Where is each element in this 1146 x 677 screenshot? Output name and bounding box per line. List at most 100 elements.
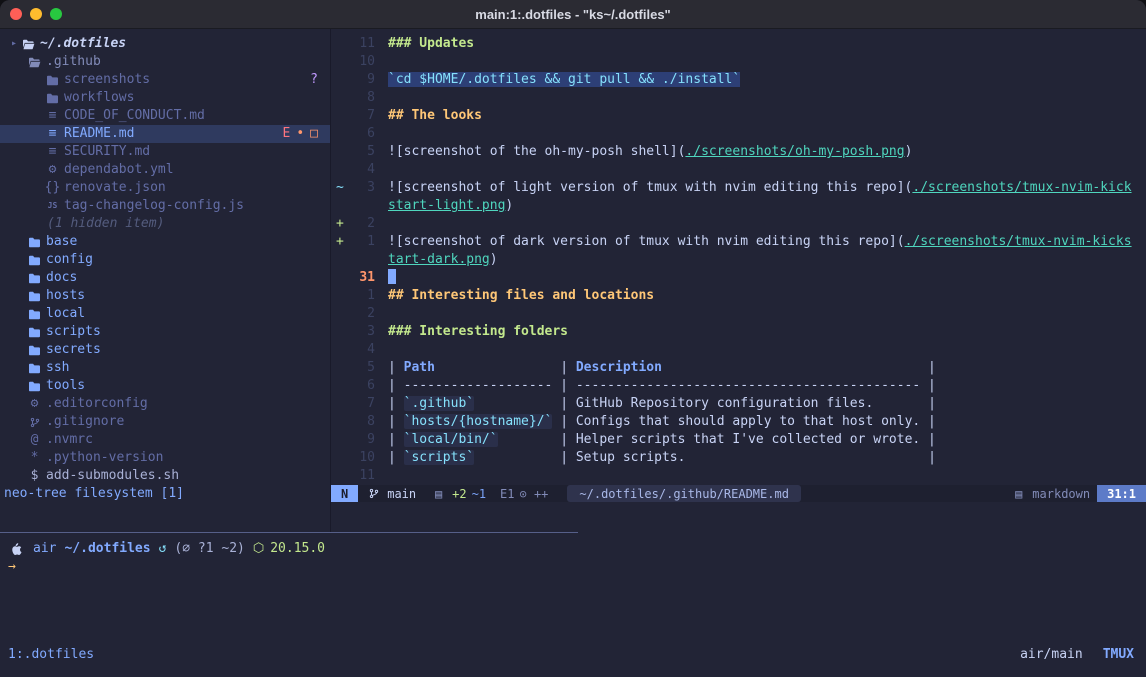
tree-item[interactable]: @.nvmrc (0, 431, 330, 449)
gutter-sign (331, 161, 349, 179)
line-text: `cd $HOME/.dotfiles && git pull && ./ins… (388, 71, 1146, 89)
prompt-git-status: (⌀ ?1 ~2) (174, 540, 244, 558)
line-text: | `.github` | GitHub Repository configur… (388, 395, 1146, 413)
editor-line[interactable]: 9| `local/bin/` | Helper scripts that I'… (331, 431, 1146, 449)
tree-item[interactable]: JStag-changelog-config.js (0, 197, 330, 215)
tree-item[interactable]: scripts (0, 323, 330, 341)
file-path: ~/.dotfiles/.github/README.md (567, 485, 801, 502)
editor-line[interactable]: 11 (331, 467, 1146, 485)
shell-pane[interactable]: air ~/.dotfiles ↺ (⌀ ?1 ~2) ⬡ 20.15.0 → (0, 533, 1146, 576)
line-text: | `local/bin/` | Helper scripts that I'v… (388, 431, 1146, 449)
editor-buffer[interactable]: 11### Updates 10 9 `cd $HOME/.dotfiles &&… (331, 29, 1146, 532)
gutter-sign (331, 359, 349, 377)
editor-line[interactable]: 31 (331, 269, 1146, 287)
editor-line[interactable]: tart-dark.png) (331, 251, 1146, 269)
window-title: main:1:.dotfiles - "ks~/.dotfiles" (0, 7, 1146, 22)
line-text: start-light.png) (388, 197, 1146, 215)
tree-item-label: .nvmrc (46, 431, 93, 449)
tree-item[interactable]: .github (0, 53, 330, 71)
line-text: tart-dark.png) (388, 251, 1146, 269)
tmux-window-label[interactable]: 1:.dotfiles (8, 646, 94, 664)
tree-item[interactable]: docs (0, 269, 330, 287)
tree-item[interactable]: ssh (0, 359, 330, 377)
neotree-source-label: neo-tree filesystem [1] (0, 485, 330, 503)
gutter-sign (331, 341, 349, 359)
gutter-sign (331, 269, 349, 287)
gutter-sign (331, 89, 349, 107)
diff-changed: ~1 (472, 485, 486, 503)
gutter-sign (331, 377, 349, 395)
line-text (388, 125, 1146, 143)
editor-line[interactable]: +1![screenshot of dark version of tmux w… (331, 233, 1146, 251)
tree-item-label: config (46, 251, 93, 269)
filetype-label: markdown (1032, 485, 1090, 503)
gutter-sign (331, 323, 349, 341)
tree-item-badges: ? (310, 71, 318, 89)
tree-item[interactable]: workflows (0, 89, 330, 107)
tree-item[interactable]: local (0, 305, 330, 323)
minimize-button[interactable] (30, 8, 42, 20)
folder-icon (26, 309, 43, 320)
editor-line[interactable]: 10 (331, 53, 1146, 71)
editor-line[interactable]: 11### Updates (331, 35, 1146, 53)
editor-line[interactable]: ~3![screenshot of light version of tmux … (331, 179, 1146, 197)
editor-line[interactable]: 8 (331, 89, 1146, 107)
editor-line[interactable]: 6| ------------------- | ---------------… (331, 377, 1146, 395)
at-icon: @ (26, 431, 43, 449)
shell-input-line[interactable]: → (8, 558, 1146, 576)
tree-item[interactable]: *.python-version (0, 449, 330, 467)
tree-item[interactable]: ⚙dependabot.yml (0, 161, 330, 179)
editor-line[interactable]: 3### Interesting folders (331, 323, 1146, 341)
line-text (388, 305, 1146, 323)
tree-item[interactable]: hosts (0, 287, 330, 305)
neotree-sidebar[interactable]: ▸~/.dotfiles.githubscreenshots?workflows… (0, 29, 330, 532)
line-text: | Path | Description | (388, 359, 1146, 377)
close-button[interactable] (10, 8, 22, 20)
tree-item[interactable]: base (0, 233, 330, 251)
tree-item[interactable]: secrets (0, 341, 330, 359)
tree-item[interactable]: $add-submodules.sh (0, 467, 330, 485)
editor-line[interactable]: 7## The looks (331, 107, 1146, 125)
shell-prompt: air ~/.dotfiles ↺ (⌀ ?1 ~2) ⬡ 20.15.0 (8, 540, 1146, 558)
tree-item-label: CODE_OF_CONDUCT.md (64, 107, 205, 125)
editor-line[interactable]: 7| `.github` | GitHub Repository configu… (331, 395, 1146, 413)
line-text (388, 467, 1146, 485)
editor-line[interactable]: start-light.png) (331, 197, 1146, 215)
titlebar[interactable]: main:1:.dotfiles - "ks~/.dotfiles" (0, 0, 1146, 29)
tree-item[interactable]: config (0, 251, 330, 269)
editor-line[interactable]: 4 (331, 161, 1146, 179)
tree-item[interactable]: {}renovate.json (0, 179, 330, 197)
tree-item-label: .python-version (46, 449, 163, 467)
editor-line[interactable]: 8| `hosts/{hostname}/` | Configs that sh… (331, 413, 1146, 431)
tree-item[interactable]: ⚙.editorconfig (0, 395, 330, 413)
editor-line[interactable]: 1## Interesting files and locations (331, 287, 1146, 305)
editor-line[interactable]: 4 (331, 341, 1146, 359)
tree-item[interactable]: tools (0, 377, 330, 395)
tree-item[interactable]: ≡SECURITY.md (0, 143, 330, 161)
tree-item[interactable]: ▸~/.dotfiles (0, 35, 330, 53)
editor-line[interactable]: 2 (331, 305, 1146, 323)
tree-item-label: tag-changelog-config.js (64, 197, 244, 215)
tree-item-label: ~/.dotfiles (40, 35, 126, 53)
editor-line[interactable]: 6 (331, 125, 1146, 143)
tree-item[interactable]: ≡README.mdE•□ (0, 125, 330, 143)
editor-line[interactable]: 10| `scripts` | Setup scripts. | (331, 449, 1146, 467)
editor-line[interactable]: 5| Path | Description | (331, 359, 1146, 377)
line-number: 9 (349, 71, 375, 89)
line-number: 31 (349, 269, 375, 287)
zoom-button[interactable] (50, 8, 62, 20)
editor-line[interactable]: 9 `cd $HOME/.dotfiles && git pull && ./in… (331, 71, 1146, 89)
editor-line[interactable]: +2 (331, 215, 1146, 233)
tree-item[interactable]: ≡CODE_OF_CONDUCT.md (0, 107, 330, 125)
gutter-sign: + (331, 215, 349, 233)
tree-item-label: local (46, 305, 85, 323)
editor-line[interactable]: 5![screenshot of the oh-my-posh shell](.… (331, 143, 1146, 161)
gutter-sign (331, 467, 349, 485)
tree-item-label: ssh (46, 359, 69, 377)
tree-item-label: SECURITY.md (64, 143, 150, 161)
tree-item[interactable]: (1 hidden item) (0, 215, 330, 233)
command-line[interactable] (331, 502, 1146, 520)
tree-item[interactable]: screenshots? (0, 71, 330, 89)
tree-item[interactable]: .gitignore (0, 413, 330, 431)
line-number: 2 (349, 215, 375, 233)
